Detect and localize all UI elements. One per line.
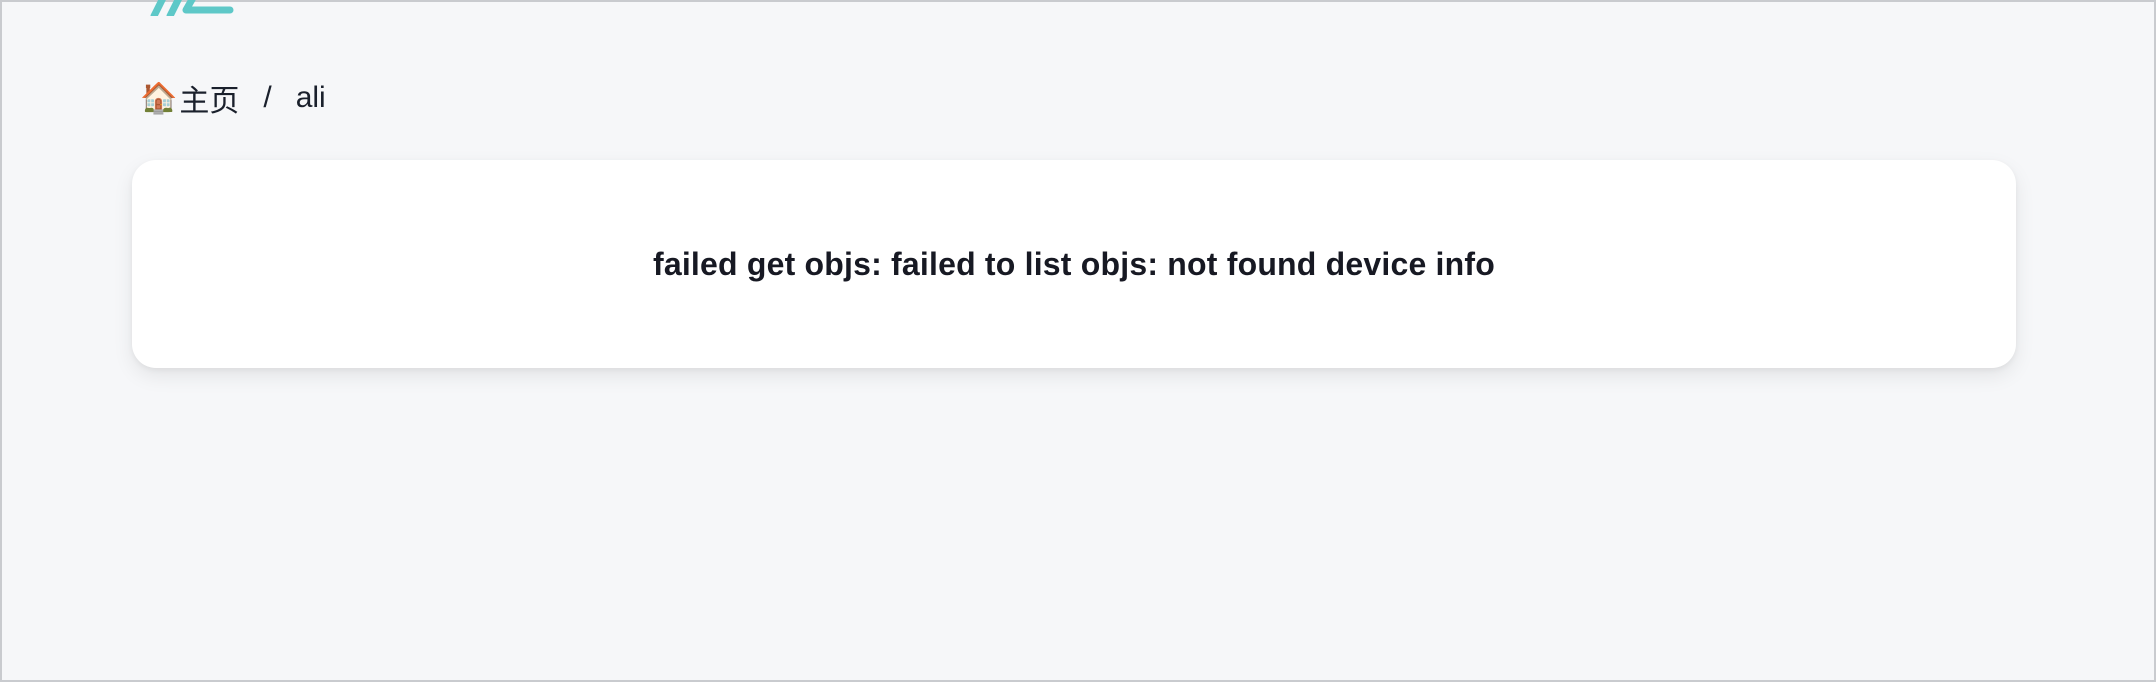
breadcrumb-separator: /: [263, 81, 272, 114]
house-icon: 🏠: [140, 81, 178, 115]
error-message: failed get objs: failed to list objs: no…: [652, 245, 1496, 282]
logo-icon[interactable]: [150, 0, 234, 16]
breadcrumb-home[interactable]: 🏠 主页: [140, 76, 239, 120]
breadcrumb: 🏠 主页 / ali: [140, 76, 326, 120]
breadcrumb-current[interactable]: ali: [296, 81, 326, 115]
error-card: failed get objs: failed to list objs: no…: [132, 160, 2016, 368]
breadcrumb-home-label: 主页: [179, 85, 240, 118]
